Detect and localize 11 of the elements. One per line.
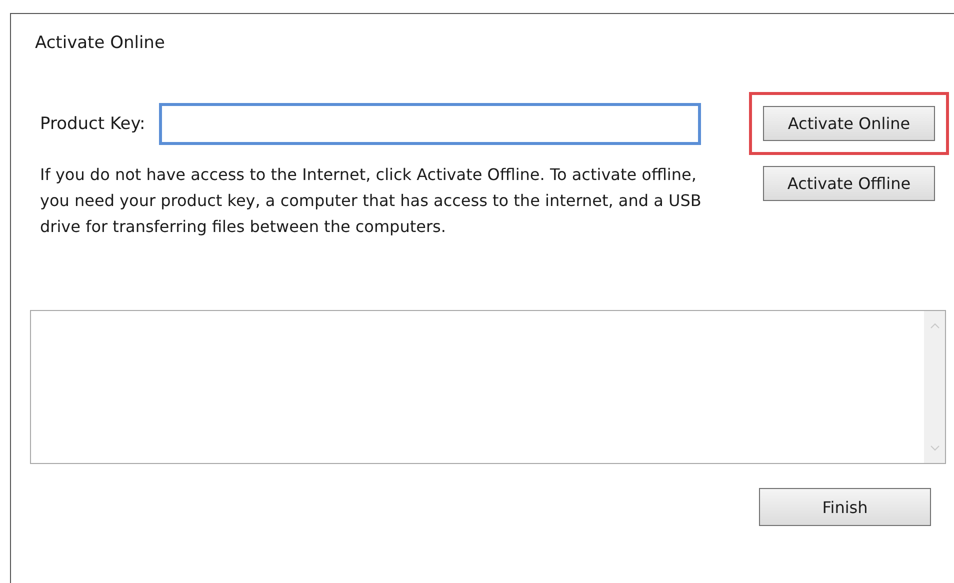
scroll-up-icon[interactable] [930, 323, 940, 329]
output-text-area[interactable] [30, 310, 946, 464]
scroll-down-icon[interactable] [930, 445, 940, 451]
product-key-field[interactable] [159, 103, 702, 145]
instructions-text: If you do not have access to the Internet, click Activate Offline. To activate offline, you need your product key, a computer that has access to the internet, and a USB drive for transferring files between the computers. [40, 164, 702, 238]
scrollbar[interactable] [924, 311, 945, 463]
product-key-label: Product Key: [40, 114, 146, 134]
activate-button[interactable]: Activate Online [763, 106, 935, 141]
activate-button[interactable]: Activate Offline [763, 166, 935, 201]
dialog-title: Activate Online [34, 32, 166, 55]
finish-button[interactable]: Finish [759, 488, 931, 526]
